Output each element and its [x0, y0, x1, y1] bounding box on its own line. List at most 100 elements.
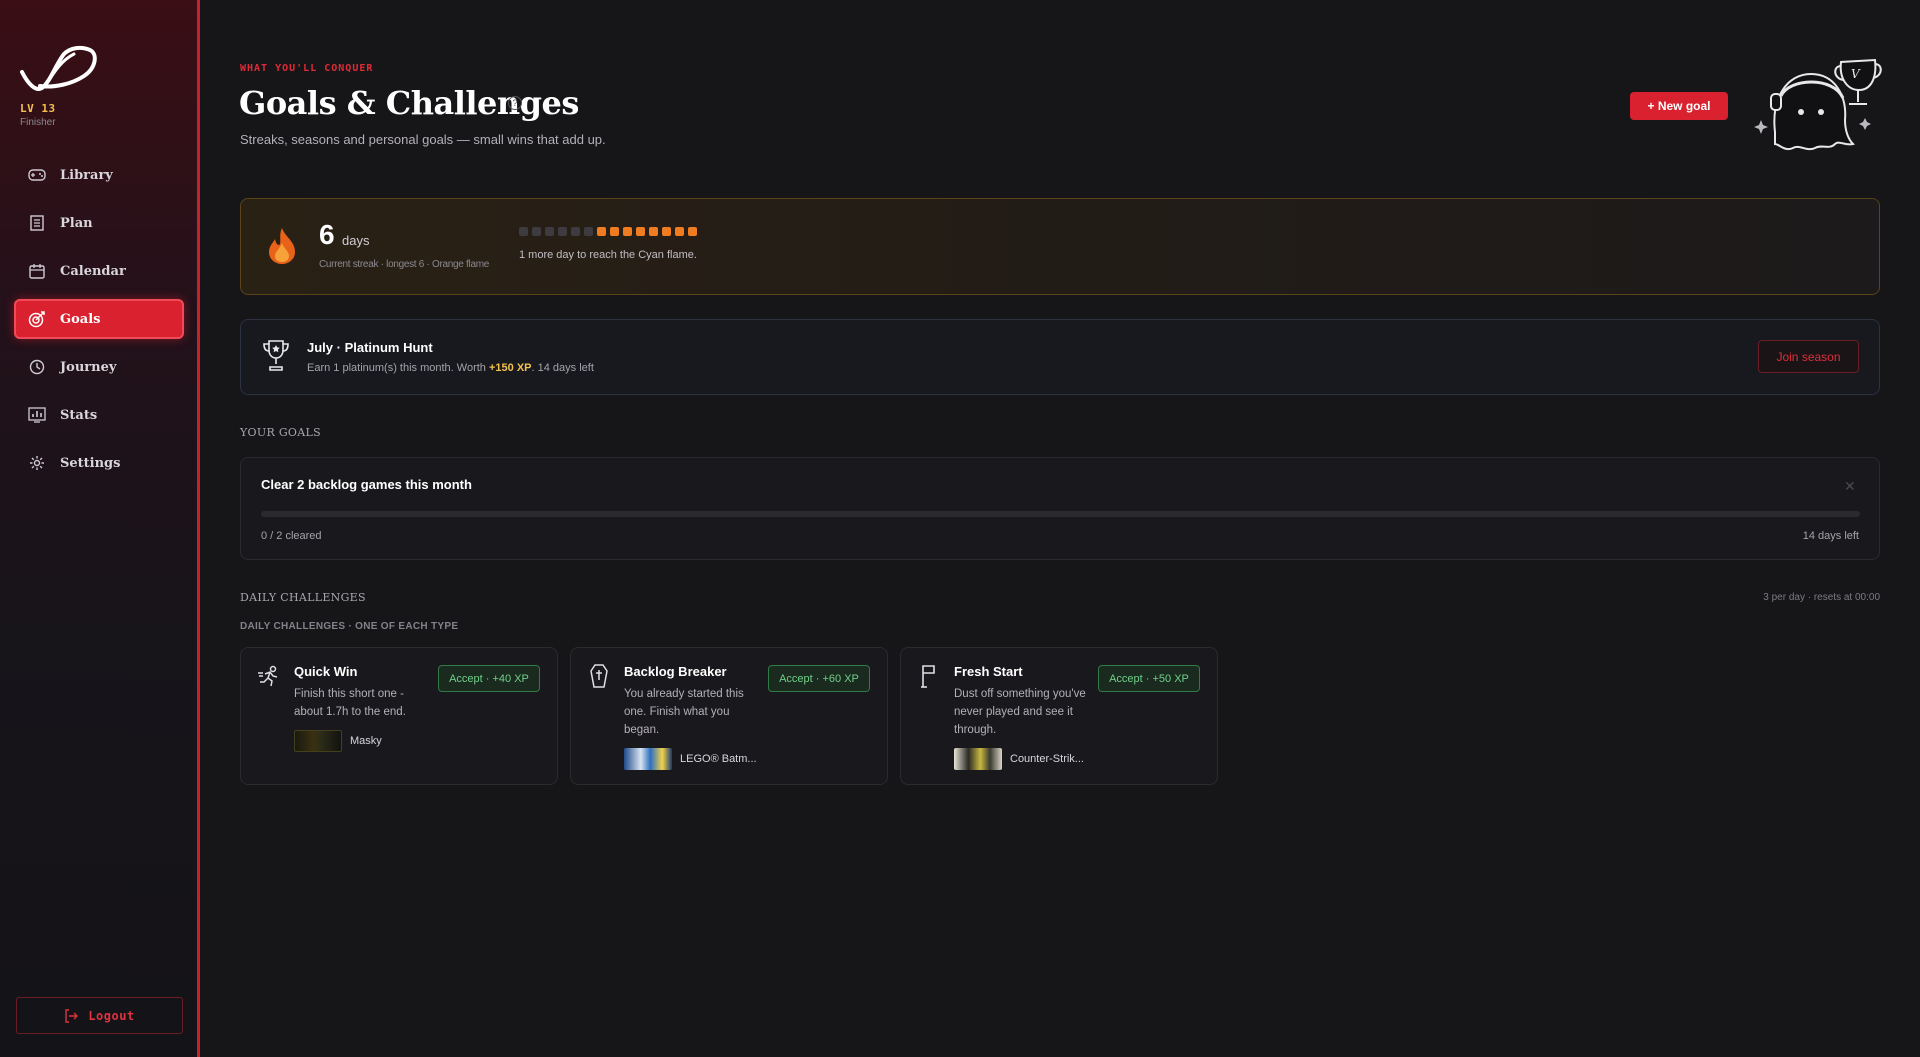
season-card: July · Platinum Hunt Earn 1 platinum(s) … [240, 319, 1880, 395]
sidebar: LV 13 Finisher Library Plan Calendar Goa… [0, 0, 200, 1057]
challenge-title: Quick Win [294, 664, 358, 679]
logout-label: Logout [88, 1008, 135, 1023]
goal-title: Clear 2 backlog games this month [261, 477, 472, 492]
challenge-description: You already started this one. Finish wha… [624, 688, 744, 736]
season-title: July · Platinum Hunt [307, 340, 433, 355]
game-thumbnail [294, 730, 342, 752]
sidebar-item-plan[interactable]: Plan [14, 203, 184, 243]
streak-day-dot [623, 227, 632, 236]
streak-day-dot [597, 227, 606, 236]
challenge-game[interactable]: LEGO® Batm... [624, 748, 757, 770]
trophy-icon [263, 340, 289, 371]
streak-day-dot [688, 227, 697, 236]
streak-days: 6 [319, 219, 335, 250]
sidebar-item-goals[interactable]: Goals [14, 299, 184, 339]
join-season-button[interactable]: Join season [1758, 340, 1859, 373]
challenge-card-backlog-breaker: Backlog Breaker You already started this… [570, 647, 888, 785]
sidebar-item-settings[interactable]: Settings [14, 443, 184, 483]
streak-card: 6 days Current streak · longest 6 · Oran… [240, 198, 1880, 295]
app-logo-icon[interactable] [18, 44, 100, 94]
page-title: Goals & Challenges [239, 84, 579, 122]
sidebar-item-label: Settings [60, 455, 121, 471]
streak-dots [519, 227, 697, 236]
history-icon [28, 358, 46, 376]
challenge-card-quick-win: Quick Win Finish this short one - about … [240, 647, 558, 785]
goal-card: Clear 2 backlog games this month ✕ 0 / 2… [240, 457, 1880, 560]
challenge-description: Dust off something you've never played a… [954, 688, 1086, 736]
goal-count: 0 / 2 cleared [261, 530, 322, 542]
challenge-description: Finish this short one - about 1.7h to th… [294, 688, 406, 718]
page-eyebrow: WHAT YOU'LL CONQUER [240, 63, 374, 74]
daily-challenges-subheading: DAILY CHALLENGES · ONE OF EACH TYPE [240, 621, 459, 632]
flag-icon [917, 664, 941, 688]
sidebar-item-calendar[interactable]: Calendar [14, 251, 184, 291]
sidebar-item-library[interactable]: Library [14, 155, 184, 195]
challenge-title: Fresh Start [954, 664, 1023, 679]
your-goals-heading: YOUR GOALS [240, 426, 321, 439]
season-desc-suffix: . 14 days left [531, 362, 594, 374]
streak-day-dot [519, 227, 528, 236]
game-name: LEGO® Batm... [680, 753, 757, 765]
gear-icon [28, 454, 46, 472]
challenge-game[interactable]: Counter-Strik... [954, 748, 1084, 770]
checklist-icon [28, 214, 46, 232]
streak-subtitle: Current streak · longest 6 · Orange flam… [319, 259, 490, 270]
sidebar-item-label: Journey [60, 359, 117, 375]
streak-day-dot [636, 227, 645, 236]
season-xp: +150 XP [488, 362, 532, 374]
challenge-title: Backlog Breaker [624, 664, 727, 679]
logout-icon [64, 1008, 79, 1023]
gamepad-icon [28, 166, 46, 184]
streak-day-dot [649, 227, 658, 236]
level-badge: LV 13 [20, 102, 56, 115]
streak-message: 1 more day to reach the Cyan flame. [519, 249, 697, 261]
daily-challenges-heading: DAILY CHALLENGES [240, 591, 366, 604]
streak-day-dot [532, 227, 541, 236]
season-desc-prefix: Earn 1 platinum(s) this month. Worth [307, 362, 489, 374]
logout-button[interactable]: Logout [16, 997, 183, 1034]
target-icon [28, 310, 46, 328]
streak-day-dot [584, 227, 593, 236]
rank-label: Finisher [20, 117, 56, 128]
challenge-card-fresh-start: Fresh Start Dust off something you've ne… [900, 647, 1218, 785]
sidebar-item-label: Library [60, 167, 113, 183]
sidebar-item-label: Calendar [60, 263, 126, 279]
streak-day-dot [610, 227, 619, 236]
accept-challenge-button[interactable]: Accept · +40 XP [438, 665, 540, 692]
game-thumbnail [954, 748, 1002, 770]
streak-day-dot [675, 227, 684, 236]
streak-day-dot [545, 227, 554, 236]
goal-days-left: 14 days left [1802, 530, 1859, 542]
accept-challenge-button[interactable]: Accept · +50 XP [1098, 665, 1200, 692]
challenge-game[interactable]: Masky [294, 730, 382, 752]
streak-day-dot [558, 227, 567, 236]
ghost-mascot-icon: V [1754, 58, 1882, 151]
help-icon[interactable]: ? [508, 96, 522, 110]
main-content: WHAT YOU'LL CONQUER Goals & Challenges ?… [203, 0, 1920, 1057]
sidebar-item-label: Stats [60, 407, 98, 423]
close-icon[interactable]: ✕ [1844, 478, 1856, 495]
flame-icon [269, 228, 295, 264]
sidebar-item-label: Plan [60, 215, 93, 231]
goal-progress-bar [261, 511, 1860, 517]
running-icon [257, 664, 281, 688]
streak-day-dot [662, 227, 671, 236]
calendar-icon [28, 262, 46, 280]
sidebar-item-journey[interactable]: Journey [14, 347, 184, 387]
sidebar-nav: Library Plan Calendar Goals Journey Stat… [14, 155, 184, 491]
streak-day-dot [571, 227, 580, 236]
new-goal-button[interactable]: + New goal [1630, 92, 1728, 120]
page-subtitle: Streaks, seasons and personal goals — sm… [240, 132, 606, 147]
daily-reset-info: 3 per day · resets at 00:00 [1763, 592, 1880, 603]
accept-challenge-button[interactable]: Accept · +60 XP [768, 665, 870, 692]
streak-unit: days [342, 233, 370, 248]
chart-icon [28, 406, 46, 424]
game-name: Masky [350, 735, 382, 747]
season-description: Earn 1 platinum(s) this month. Worth +15… [307, 362, 594, 374]
svg-text:V: V [1851, 67, 1861, 81]
sidebar-item-stats[interactable]: Stats [14, 395, 184, 435]
game-thumbnail [624, 748, 672, 770]
sidebar-item-label: Goals [60, 311, 101, 327]
game-name: Counter-Strik... [1010, 753, 1084, 765]
coffin-icon [587, 664, 611, 688]
